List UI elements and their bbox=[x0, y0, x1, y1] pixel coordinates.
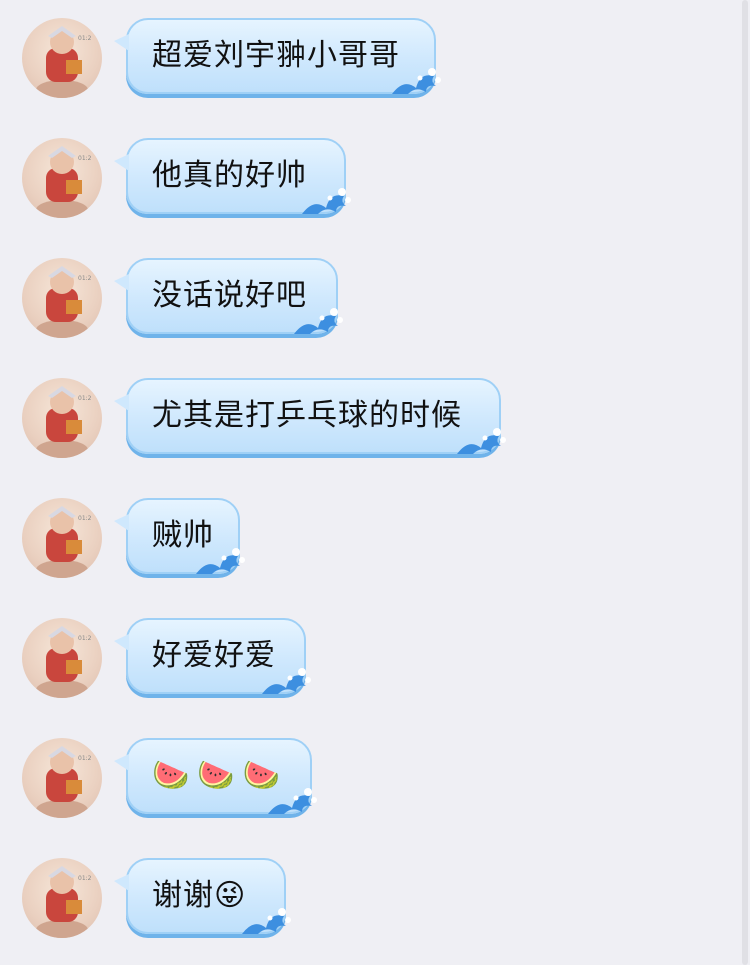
avatar[interactable]: 01:2 bbox=[22, 498, 102, 578]
message-row: 01:2 好爱好爱 bbox=[0, 600, 750, 700]
chat-message-list[interactable]: 01:2 超爱刘宇翀小哥哥 01:2 他真的好帅 01:2 没话说好吧 01:2… bbox=[0, 0, 750, 965]
message-row: 01:2 谢谢😜 bbox=[0, 840, 750, 940]
avatar[interactable]: 01:2 bbox=[22, 258, 102, 338]
cartoon-avatar-icon: 01:2 bbox=[36, 386, 92, 458]
svg-text:01:2: 01:2 bbox=[78, 875, 92, 882]
avatar[interactable]: 01:2 bbox=[22, 138, 102, 218]
message-text: 尤其是打乒乓球的时候 bbox=[152, 398, 462, 433]
scrollbar[interactable] bbox=[742, 0, 748, 965]
message-row: 01:2 贼帅 bbox=[0, 480, 750, 580]
svg-text:01:2: 01:2 bbox=[78, 395, 92, 402]
cartoon-avatar-icon: 01:2 bbox=[36, 866, 92, 938]
avatar[interactable]: 01:2 bbox=[22, 858, 102, 938]
wave-icon bbox=[457, 428, 506, 454]
message-text: 超爱刘宇翀小哥哥 bbox=[152, 38, 400, 73]
avatar[interactable]: 01:2 bbox=[22, 738, 102, 818]
cartoon-avatar-icon: 01:2 bbox=[36, 746, 92, 818]
message-row: 01:2 他真的好帅 bbox=[0, 120, 750, 220]
wave-icon bbox=[294, 308, 343, 334]
message-bubble[interactable]: 尤其是打乒乓球的时候 bbox=[114, 378, 506, 454]
cartoon-avatar-icon: 01:2 bbox=[36, 626, 92, 698]
message-bubble[interactable]: 谢谢😜 bbox=[114, 858, 291, 934]
avatar[interactable]: 01:2 bbox=[22, 18, 102, 98]
wave-icon bbox=[262, 668, 311, 694]
wave-icon bbox=[302, 188, 351, 214]
message-row: 01:2 🍉🍉🍉 bbox=[0, 720, 750, 820]
svg-text:01:2: 01:2 bbox=[78, 515, 92, 522]
message-row: 01:2 尤其是打乒乓球的时候 bbox=[0, 360, 750, 460]
svg-text:01:2: 01:2 bbox=[78, 635, 92, 642]
message-bubble[interactable]: 贼帅 bbox=[114, 498, 245, 574]
wave-icon bbox=[196, 548, 245, 574]
cartoon-avatar-icon: 01:2 bbox=[36, 146, 92, 218]
wave-icon bbox=[268, 788, 317, 814]
message-row: 01:2 超爱刘宇翀小哥哥 bbox=[0, 0, 750, 100]
wave-icon bbox=[392, 68, 441, 94]
message-row: 01:2 没话说好吧 bbox=[0, 240, 750, 340]
avatar[interactable]: 01:2 bbox=[22, 618, 102, 698]
message-bubble[interactable]: 他真的好帅 bbox=[114, 138, 351, 214]
message-text: 没话说好吧 bbox=[152, 278, 307, 313]
message-bubble[interactable]: 🍉🍉🍉 bbox=[114, 738, 317, 814]
cartoon-avatar-icon: 01:2 bbox=[36, 26, 92, 98]
svg-text:01:2: 01:2 bbox=[78, 155, 92, 162]
avatar[interactable]: 01:2 bbox=[22, 378, 102, 458]
message-text: 好爱好爱 bbox=[152, 638, 276, 673]
message-bubble[interactable]: 好爱好爱 bbox=[114, 618, 311, 694]
svg-text:01:2: 01:2 bbox=[78, 35, 92, 42]
svg-text:01:2: 01:2 bbox=[78, 275, 92, 282]
message-text: 谢谢😜 bbox=[152, 878, 247, 913]
message-bubble[interactable]: 超爱刘宇翀小哥哥 bbox=[114, 18, 441, 94]
wave-icon bbox=[242, 908, 291, 934]
cartoon-avatar-icon: 01:2 bbox=[36, 266, 92, 338]
svg-text:01:2: 01:2 bbox=[78, 755, 92, 762]
message-bubble[interactable]: 没话说好吧 bbox=[114, 258, 343, 334]
cartoon-avatar-icon: 01:2 bbox=[36, 506, 92, 578]
message-text: 他真的好帅 bbox=[152, 158, 307, 193]
